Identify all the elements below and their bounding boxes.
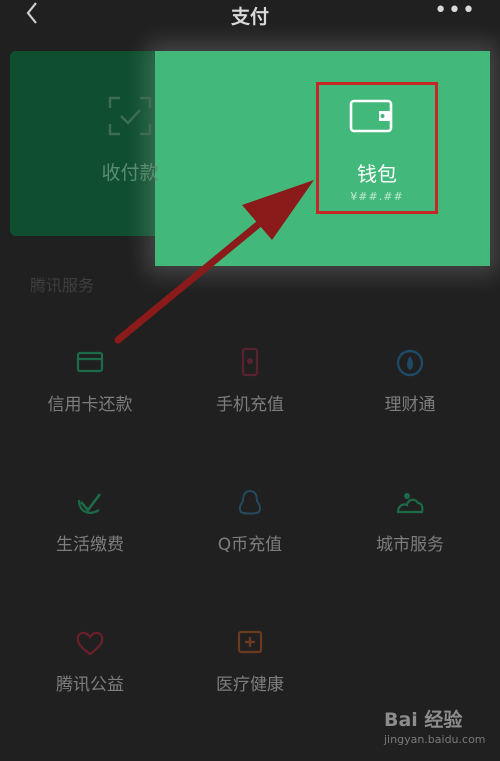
service-label: 城市服务	[376, 535, 444, 555]
service-label: 手机充值	[216, 395, 284, 415]
drop-icon	[396, 349, 424, 377]
credit-card-icon	[76, 351, 104, 373]
service-wealth[interactable]: 理财通	[340, 348, 480, 428]
watermark-url: jingyan.baidu.com	[384, 733, 486, 746]
service-utilities[interactable]: 生活缴费	[20, 488, 160, 568]
penguin-icon	[238, 489, 262, 515]
service-phone-topup[interactable]: 手机充值	[180, 348, 320, 428]
service-credit-card[interactable]: 信用卡还款	[20, 348, 160, 428]
service-label: 医疗健康	[216, 675, 284, 695]
service-qcoin[interactable]: Q币充值	[180, 488, 320, 568]
service-health[interactable]: 医疗健康	[180, 628, 320, 708]
city-icon	[396, 493, 424, 514]
service-label: 理财通	[384, 395, 436, 415]
medical-cross-icon	[237, 630, 263, 654]
phone-icon	[241, 348, 259, 377]
service-city[interactable]: 城市服务	[340, 488, 480, 568]
heart-icon	[76, 631, 104, 656]
service-label: 信用卡还款	[47, 395, 133, 415]
service-label: 生活缴费	[56, 535, 124, 555]
baidu-watermark: Bai 经验 jingyan.baidu.com	[380, 705, 490, 755]
pay-page: 支付 ••• 收付款 钱包 ¥##.## 腾讯服务 信用卡还款 手机充值 理财通…	[0, 0, 500, 761]
service-charity[interactable]: 腾讯公益	[20, 628, 160, 708]
watermark-logo: Bai 经验	[384, 709, 463, 731]
service-label: Q币充值	[217, 535, 283, 555]
service-label: 腾讯公益	[56, 675, 124, 695]
check-leaf-icon	[77, 493, 102, 514]
section-title: 腾讯服务	[30, 276, 95, 295]
